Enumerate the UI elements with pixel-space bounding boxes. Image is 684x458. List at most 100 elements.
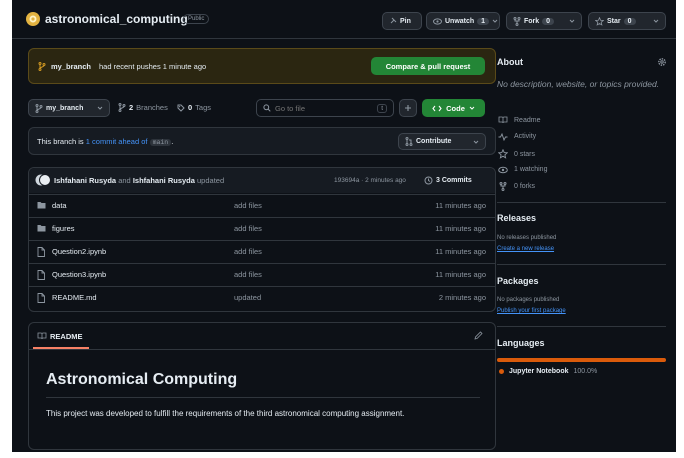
plus-icon	[404, 104, 412, 112]
watch-count: 1	[477, 17, 490, 25]
readme-title-divider	[46, 397, 480, 398]
file-name[interactable]: Question2.ipynb	[52, 247, 106, 256]
book-icon	[497, 116, 508, 124]
commits-count-label: 3 Commits	[436, 177, 472, 184]
file-icon	[37, 270, 45, 280]
eye-icon	[497, 166, 508, 174]
releases-heading[interactable]: Releases	[497, 213, 536, 223]
file-commit-message[interactable]: add files	[234, 224, 262, 233]
readme-body: This project was developed to fulfill th…	[46, 409, 405, 418]
pull-request-icon	[405, 137, 413, 146]
file-row[interactable]: Question2.ipynb add files 11 minutes ago	[28, 240, 496, 263]
unwatch-button[interactable]: Unwatch 1	[426, 12, 500, 30]
about-item-label: 0 forks	[514, 183, 536, 190]
compare-pull-request-button[interactable]: Compare & pull request	[371, 57, 485, 75]
folder-icon	[37, 201, 46, 209]
file-commit-message[interactable]: add files	[234, 270, 262, 279]
file-row[interactable]: README.md updated 2 minutes ago	[28, 286, 496, 309]
packages-note: No packages published	[497, 297, 560, 303]
repo-name[interactable]: astronomical_computing	[45, 12, 188, 26]
edit-pencil-icon[interactable]	[474, 331, 483, 340]
about-item-1-watching[interactable]: 1 watching	[497, 166, 547, 174]
file-commit-time: 11 minutes ago	[435, 224, 486, 233]
go-to-file-input[interactable]	[275, 103, 365, 113]
branch-icon	[118, 103, 126, 112]
about-heading: About	[497, 57, 523, 67]
book-icon	[37, 332, 47, 340]
branches-link[interactable]: 2 Branches	[118, 103, 168, 112]
latest-commit-header: Ishfahani Rusyda and Ishfahani Rusyda up…	[29, 168, 495, 193]
language-color-dot	[499, 369, 504, 374]
fork-button[interactable]: Fork 0	[506, 12, 582, 30]
recent-push-banner: my_branch had recent pushes 1 minute ago…	[28, 48, 496, 84]
file-row[interactable]: Question3.ipynb add files 11 minutes ago	[28, 263, 496, 286]
readme-panel: README Astronomical Computing This proje…	[28, 322, 496, 450]
file-commit-message[interactable]: updated	[234, 293, 261, 302]
add-file-button[interactable]	[399, 99, 417, 117]
file-name[interactable]: figures	[52, 224, 75, 233]
commit-author-2[interactable]: Ishfahani Rusyda	[133, 176, 195, 185]
commit-message[interactable]: updated	[197, 176, 224, 185]
file-commit-message[interactable]: add files	[234, 201, 262, 210]
contribute-button[interactable]: Contribute	[398, 133, 486, 150]
fork-icon	[497, 182, 508, 191]
ahead-commit-link[interactable]: 1 commit ahead of	[86, 137, 148, 146]
about-divider	[497, 202, 666, 203]
author-avatars[interactable]	[35, 174, 51, 186]
activity-icon	[497, 132, 508, 141]
code-icon	[432, 105, 442, 112]
code-button-label: Code	[446, 103, 465, 113]
about-item-0-forks[interactable]: 0 forks	[497, 182, 535, 191]
readme-tab[interactable]: README	[50, 332, 83, 341]
pin-button[interactable]: Pin	[382, 12, 422, 30]
commits-history-link[interactable]: 3 Commits	[424, 176, 472, 185]
commit-author-1[interactable]: Ishfahani Rusyda	[54, 176, 116, 185]
about-description: No description, website, or topics provi…	[497, 79, 660, 89]
languages-heading: Languages	[497, 338, 545, 348]
about-item-0-stars[interactable]: 0 stars	[497, 149, 535, 159]
branch-icon	[38, 62, 46, 71]
about-item-label: 1 watching	[514, 166, 548, 173]
about-item-readme[interactable]: Readme	[497, 116, 540, 124]
gear-icon[interactable]	[657, 57, 667, 67]
branches-count: 2	[129, 103, 134, 112]
branch-selector[interactable]: my_branch	[28, 99, 110, 117]
commit-meta[interactable]: 193694a · 2 minutes ago	[334, 177, 406, 184]
language-percent: 100.0%	[573, 368, 598, 375]
branches-label: Branches	[136, 103, 168, 112]
chevron-down-icon	[469, 106, 475, 110]
language-item[interactable]: Jupyter Notebook 100.0%	[499, 368, 597, 375]
file-name[interactable]: data	[52, 201, 67, 210]
file-name[interactable]: README.md	[52, 293, 97, 302]
visibility-badge: Public	[183, 14, 210, 24]
file-row[interactable]: figures add files 11 minutes ago	[28, 217, 496, 240]
star-count: 0	[623, 17, 636, 25]
about-item-activity[interactable]: Activity	[497, 132, 537, 141]
chevron-down-icon	[473, 140, 479, 144]
packages-heading[interactable]: Packages	[497, 276, 539, 286]
commit-authors: Ishfahani Rusyda and Ishfahani Rusyda up…	[54, 176, 224, 185]
releases-note: No releases published	[497, 235, 557, 241]
banner-branch-name[interactable]: my_branch	[51, 62, 91, 71]
header-divider	[12, 38, 676, 39]
branch-selector-label: my_branch	[46, 104, 84, 112]
folder-icon	[37, 224, 46, 232]
go-to-file-search[interactable]: t	[256, 99, 394, 117]
search-icon	[263, 104, 271, 112]
readme-title: Astronomical Computing	[46, 371, 238, 388]
code-button[interactable]: Code	[422, 99, 485, 117]
star-button[interactable]: Star 0	[588, 12, 666, 30]
tags-link[interactable]: 0 Tags	[177, 103, 211, 112]
keyboard-shortcut-hint: t	[377, 103, 387, 113]
create-release-link[interactable]: Create a new release	[497, 246, 554, 252]
branch-icon	[35, 103, 43, 113]
file-commit-message[interactable]: add files	[234, 247, 262, 256]
fork-count: 0	[542, 17, 555, 25]
file-row[interactable]: data add files 11 minutes ago	[28, 194, 496, 217]
publish-package-link[interactable]: Publish your first package	[497, 308, 566, 314]
file-commit-time: 2 minutes ago	[438, 293, 486, 302]
file-name[interactable]: Question3.ipynb	[52, 270, 106, 279]
tags-label: Tags	[195, 103, 212, 112]
repo-avatar-icon[interactable]	[26, 12, 40, 26]
about-item-label: Activity	[514, 133, 537, 140]
